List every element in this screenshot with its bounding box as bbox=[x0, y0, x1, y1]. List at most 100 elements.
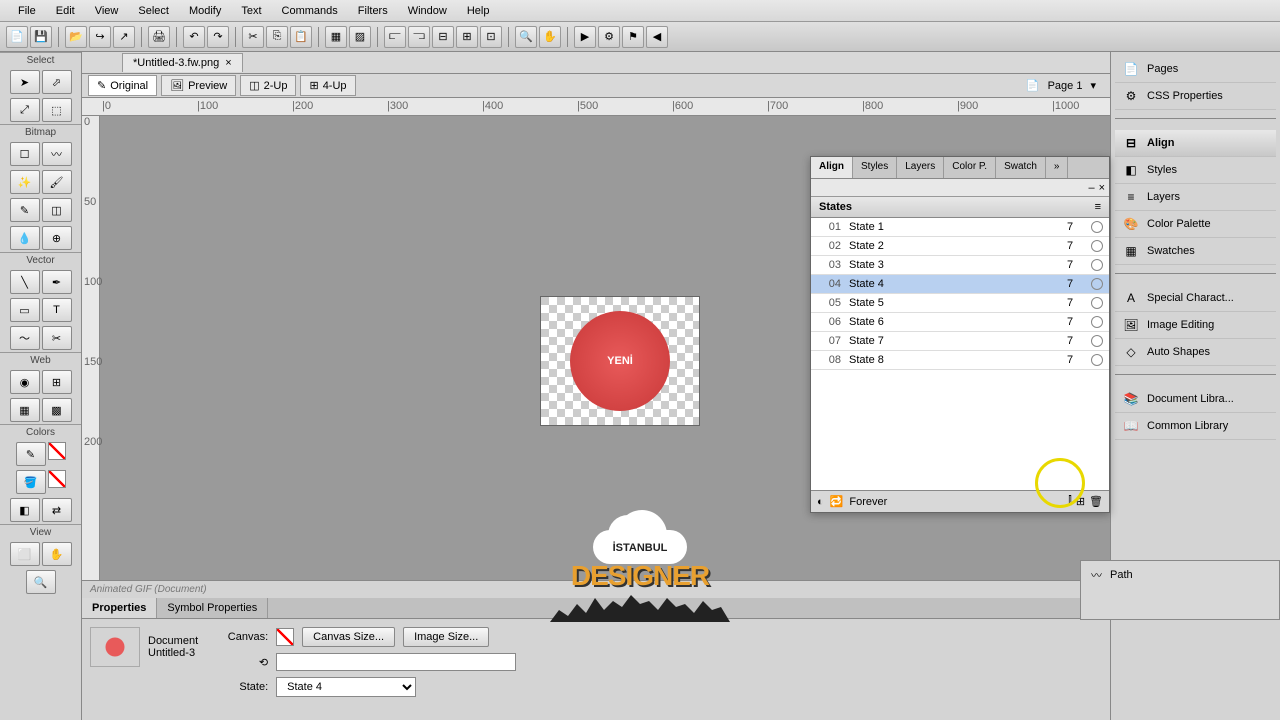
state-row[interactable]: 08State 87 bbox=[811, 351, 1109, 370]
panel-minimize-icon[interactable]: – bbox=[1088, 182, 1094, 194]
panel-pages[interactable]: 📄Pages bbox=[1115, 56, 1276, 83]
line-tool[interactable]: ╲ bbox=[10, 270, 40, 294]
fill-swatch[interactable] bbox=[48, 470, 66, 488]
fill-color[interactable]: 🪣 bbox=[16, 470, 46, 494]
path-label[interactable]: Path bbox=[1110, 569, 1133, 581]
menu-edit[interactable]: Edit bbox=[46, 2, 85, 20]
stamp-tool[interactable]: ⊕ bbox=[42, 226, 72, 250]
settings-button[interactable]: ⚙ bbox=[598, 26, 620, 48]
text-tool[interactable]: T bbox=[42, 298, 72, 322]
zoom-tool[interactable]: 🔍 bbox=[26, 570, 56, 594]
eraser-tool[interactable]: ◫ bbox=[42, 198, 72, 222]
lasso-tool[interactable]: 〰 bbox=[42, 142, 72, 166]
panel-close-icon[interactable]: × bbox=[1099, 182, 1105, 194]
menu-view[interactable]: View bbox=[85, 2, 129, 20]
state-row[interactable]: 07State 77 bbox=[811, 332, 1109, 351]
loop-icon[interactable]: 🔁 bbox=[830, 495, 844, 508]
slice-tool[interactable]: ⊞ bbox=[42, 370, 72, 394]
scale-tool[interactable]: ⤢ bbox=[10, 98, 40, 122]
ungroup-button[interactable]: ▨ bbox=[349, 26, 371, 48]
brush-tool[interactable]: 🖌 bbox=[42, 170, 72, 194]
show-slice-tool[interactable]: ▩ bbox=[42, 398, 72, 422]
panel-tab-swatches[interactable]: Swatch bbox=[996, 157, 1046, 178]
align-tool-4[interactable]: ⊞ bbox=[456, 26, 478, 48]
pencil-tool[interactable]: ✎ bbox=[10, 198, 40, 222]
hand-tool[interactable]: ✋ bbox=[42, 542, 72, 566]
screen-mode[interactable]: ⬜ bbox=[10, 542, 40, 566]
export-button[interactable]: ↗ bbox=[113, 26, 135, 48]
close-tab-icon[interactable]: × bbox=[225, 57, 231, 69]
flag-button[interactable]: ⚑ bbox=[622, 26, 644, 48]
state-row[interactable]: 04State 47 bbox=[811, 275, 1109, 294]
panel-tab-styles[interactable]: Styles bbox=[853, 157, 897, 178]
menu-text[interactable]: Text bbox=[231, 2, 271, 20]
new-button[interactable]: 📄 bbox=[6, 26, 28, 48]
pointer-tool[interactable]: ➤ bbox=[10, 70, 40, 94]
panel-swatches[interactable]: ▦Swatches bbox=[1115, 238, 1276, 265]
save-button[interactable]: 💾 bbox=[30, 26, 52, 48]
view-original-tab[interactable]: ✎Original bbox=[88, 75, 157, 96]
group-button[interactable]: ▦ bbox=[325, 26, 347, 48]
zoom-button[interactable]: 🔍 bbox=[515, 26, 537, 48]
pen-tool[interactable]: ✒ bbox=[42, 270, 72, 294]
state-select[interactable]: State 4 bbox=[276, 677, 416, 697]
panel-tab-more[interactable]: » bbox=[1046, 157, 1069, 178]
menu-filters[interactable]: Filters bbox=[348, 2, 398, 20]
send-button[interactable]: ◀ bbox=[646, 26, 668, 48]
view-2up-tab[interactable]: ◫2-Up bbox=[240, 75, 296, 96]
panel-common-library[interactable]: 📖Common Library bbox=[1115, 413, 1276, 440]
canvas-color-swatch[interactable] bbox=[276, 628, 294, 646]
hand-button[interactable]: ✋ bbox=[539, 26, 561, 48]
menu-file[interactable]: File bbox=[8, 2, 46, 20]
copy-button[interactable]: ⎘ bbox=[266, 26, 288, 48]
menu-select[interactable]: Select bbox=[128, 2, 179, 20]
panel-auto-shapes[interactable]: ◇Auto Shapes bbox=[1115, 339, 1276, 366]
state-row[interactable]: 01State 17 bbox=[811, 218, 1109, 237]
page-dropdown-icon[interactable]: ▾ bbox=[1090, 79, 1096, 92]
panel-special-chars[interactable]: ASpecial Charact... bbox=[1115, 285, 1276, 312]
rectangle-tool[interactable]: ▭ bbox=[10, 298, 40, 322]
page-nav-icon[interactable]: 📄 bbox=[1026, 79, 1040, 92]
paste-button[interactable]: 📋 bbox=[290, 26, 312, 48]
print-button[interactable]: 🖨 bbox=[148, 26, 170, 48]
import-button[interactable]: ↪ bbox=[89, 26, 111, 48]
onion-skin-icon[interactable]: ◐ bbox=[817, 496, 824, 508]
stroke-color[interactable]: ✎ bbox=[16, 442, 46, 466]
delete-state-icon[interactable]: 🗑 bbox=[1089, 495, 1103, 508]
panel-doc-library[interactable]: 📚Document Libra... bbox=[1115, 386, 1276, 413]
canvas-size-button[interactable]: Canvas Size... bbox=[302, 627, 395, 647]
swap-colors[interactable]: ⇄ bbox=[42, 498, 72, 522]
default-colors[interactable]: ◧ bbox=[10, 498, 40, 522]
stroke-swatch[interactable] bbox=[48, 442, 66, 460]
panel-align[interactable]: ⊟Align bbox=[1115, 130, 1276, 157]
hotspot-tool[interactable]: ◉ bbox=[10, 370, 40, 394]
new-state-icon[interactable]: ⊞ bbox=[1076, 495, 1085, 508]
properties-tab[interactable]: Properties bbox=[82, 598, 157, 618]
magic-wand-tool[interactable]: ✨ bbox=[10, 170, 40, 194]
panel-image-editing[interactable]: 🖼Image Editing bbox=[1115, 312, 1276, 339]
state-row[interactable]: 03State 37 bbox=[811, 256, 1109, 275]
panel-layers[interactable]: ≡Layers bbox=[1115, 184, 1276, 211]
subselect-tool[interactable]: ⬀ bbox=[42, 70, 72, 94]
panel-css[interactable]: ⚙CSS Properties bbox=[1115, 83, 1276, 110]
view-4up-tab[interactable]: ⊞4-Up bbox=[300, 75, 355, 96]
marquee-tool[interactable]: ☐ bbox=[10, 142, 40, 166]
state-row[interactable]: 05State 57 bbox=[811, 294, 1109, 313]
hide-slice-tool[interactable]: ▦ bbox=[10, 398, 40, 422]
image-size-button[interactable]: Image Size... bbox=[403, 627, 489, 647]
symbol-properties-tab[interactable]: Symbol Properties bbox=[157, 598, 268, 618]
undo-button[interactable]: ↶ bbox=[183, 26, 205, 48]
menu-help[interactable]: Help bbox=[457, 2, 500, 20]
align-tool-5[interactable]: ⊡ bbox=[480, 26, 502, 48]
align-tool-1[interactable]: ⫍ bbox=[384, 26, 406, 48]
panel-tab-colorp[interactable]: Color P. bbox=[944, 157, 996, 178]
state-row[interactable]: 02State 27 bbox=[811, 237, 1109, 256]
gif-settings-input[interactable] bbox=[276, 653, 516, 671]
state-row[interactable]: 06State 67 bbox=[811, 313, 1109, 332]
redo-button[interactable]: ↷ bbox=[207, 26, 229, 48]
distribute-states-icon[interactable]: ⫿ bbox=[1068, 495, 1072, 508]
document-tab[interactable]: *Untitled-3.fw.png × bbox=[122, 53, 243, 72]
freeform-tool[interactable]: 〜 bbox=[10, 326, 40, 350]
badge-graphic[interactable]: YENİ bbox=[570, 311, 670, 411]
view-preview-tab[interactable]: 🖼Preview bbox=[161, 75, 236, 96]
